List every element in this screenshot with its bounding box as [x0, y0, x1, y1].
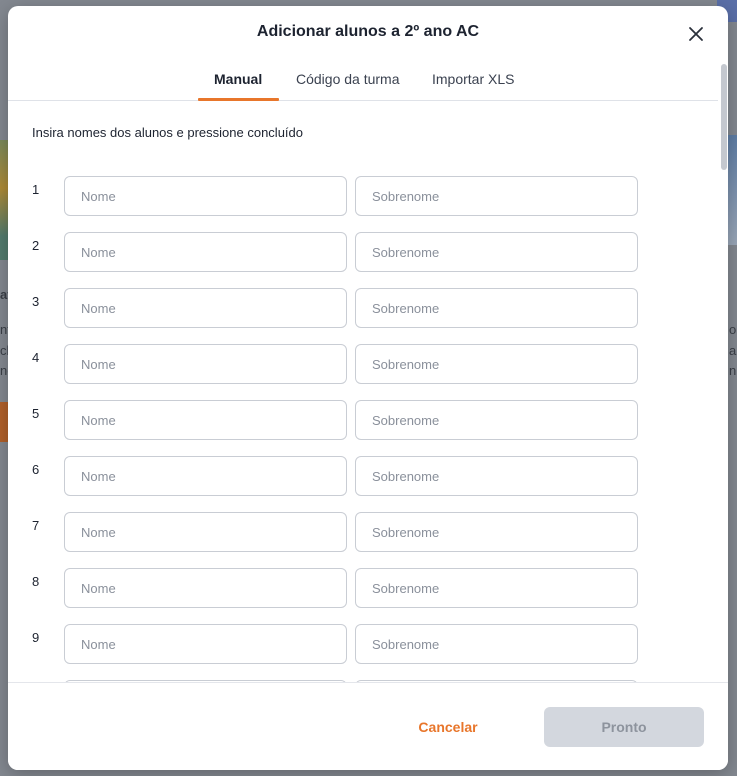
row-number: 1	[32, 182, 40, 197]
done-button[interactable]: Pronto	[544, 707, 704, 747]
first-name-input[interactable]	[64, 288, 347, 328]
last-name-input[interactable]	[355, 176, 638, 216]
tab-class-code[interactable]: Código da turma	[296, 71, 400, 99]
last-name-input[interactable]	[355, 344, 638, 384]
student-row: 3	[8, 288, 668, 328]
first-name-input[interactable]	[64, 232, 347, 272]
last-name-input[interactable]	[355, 624, 638, 664]
row-number: 9	[32, 630, 40, 645]
row-number: 6	[32, 462, 40, 477]
tab-bar: Manual Código da turma Importar XLS	[8, 60, 718, 101]
first-name-input[interactable]	[64, 344, 347, 384]
close-icon	[689, 27, 703, 41]
last-name-input[interactable]	[355, 456, 638, 496]
student-row: 1	[8, 176, 668, 216]
student-list-scroll-area[interactable]: Insira nomes dos alunos e pressione conc…	[8, 101, 728, 682]
student-row: 9	[8, 624, 668, 664]
row-number: 4	[32, 350, 40, 365]
first-name-input[interactable]	[64, 568, 347, 608]
student-row: 7	[8, 512, 668, 552]
last-name-input[interactable]	[355, 232, 638, 272]
modal-footer: Cancelar Pronto	[8, 682, 728, 770]
first-name-input[interactable]	[64, 176, 347, 216]
row-number: 3	[32, 294, 40, 309]
scrollbar-thumb[interactable]	[721, 64, 727, 170]
first-name-input[interactable]	[64, 512, 347, 552]
background-text-fragment: o	[729, 322, 737, 337]
tab-import-xls[interactable]: Importar XLS	[432, 71, 514, 99]
row-number: 2	[32, 238, 40, 253]
tab-manual[interactable]: Manual	[214, 71, 262, 99]
cancel-button[interactable]: Cancelar	[398, 707, 498, 747]
row-number: 7	[32, 518, 40, 533]
first-name-input[interactable]	[64, 624, 347, 664]
background-text-fragment: a	[729, 343, 737, 358]
student-row: 2	[8, 232, 668, 272]
close-button[interactable]	[686, 24, 706, 44]
student-row: 8	[8, 568, 668, 608]
row-number: 5	[32, 406, 40, 421]
student-row: 4	[8, 344, 668, 384]
background-text-fragment: n	[729, 363, 737, 378]
first-name-input[interactable]	[64, 400, 347, 440]
last-name-input[interactable]	[355, 400, 638, 440]
last-name-input[interactable]	[355, 568, 638, 608]
modal-title: Adicionar alunos a 2º ano AC	[256, 23, 480, 40]
row-number: 8	[32, 574, 40, 589]
student-row: 6	[8, 456, 668, 496]
last-name-input[interactable]	[355, 512, 638, 552]
instructions-text: Insira nomes dos alunos e pressione conc…	[32, 125, 303, 140]
first-name-input[interactable]	[64, 456, 347, 496]
student-row: 5	[8, 400, 668, 440]
last-name-input[interactable]	[355, 288, 638, 328]
add-students-modal: Adicionar alunos a 2º ano AC Manual Códi…	[8, 6, 728, 770]
